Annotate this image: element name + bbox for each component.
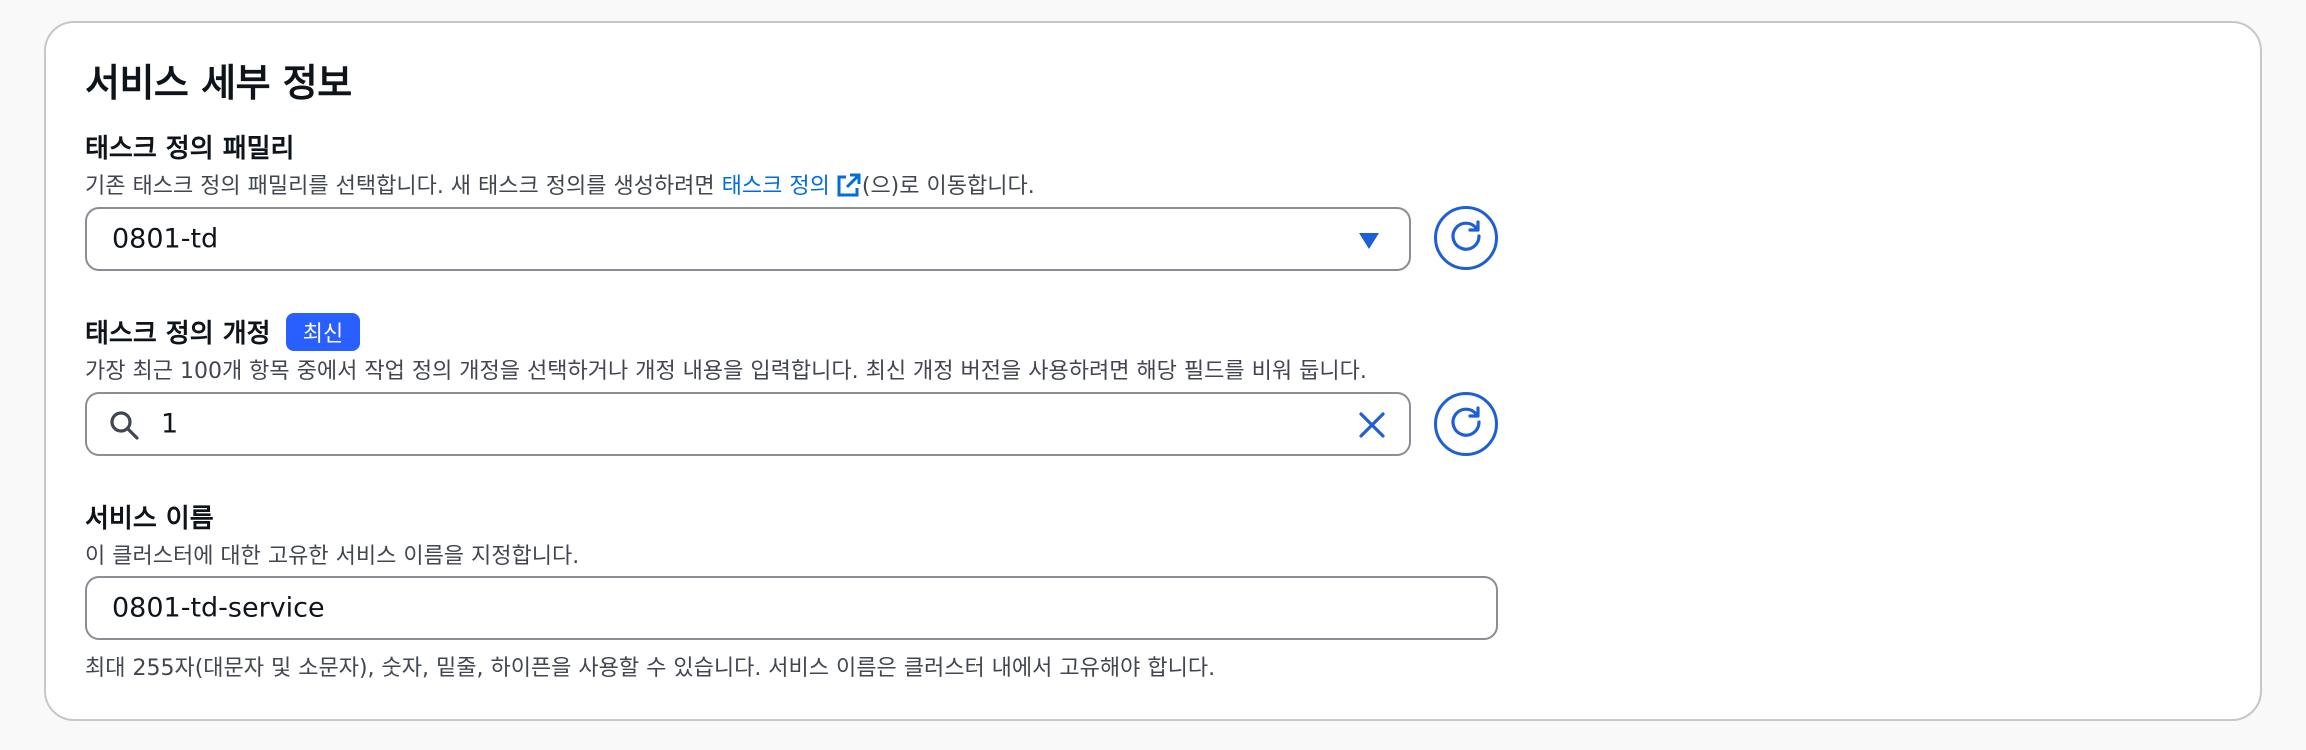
refresh-icon	[1447, 217, 1485, 259]
revision-description: 가장 최근 100개 항목 중에서 작업 정의 개정을 선택하거나 개정 내용을…	[85, 359, 1367, 384]
section-title: 서비스 세부 정보	[85, 61, 352, 105]
service-name-input[interactable]: 0801-td-service	[85, 576, 1498, 640]
family-description: 기존 태스크 정의 패밀리를 선택합니다. 새 태스크 정의를 생성하려면 태스…	[85, 168, 1035, 204]
service-name-label: 서비스 이름	[85, 504, 214, 534]
refresh-family-button[interactable]	[1434, 206, 1498, 270]
task-family-value: 0801-td	[112, 223, 219, 255]
caret-down-icon[interactable]	[1357, 229, 1381, 253]
refresh-icon	[1447, 403, 1485, 445]
revision-search-input[interactable]: 1	[85, 392, 1411, 456]
external-link-icon[interactable]	[836, 172, 862, 204]
search-icon	[109, 410, 139, 440]
task-family-select[interactable]: 0801-td	[85, 207, 1411, 271]
revision-value: 1	[161, 408, 179, 440]
task-definition-link[interactable]: 태스크 정의	[722, 174, 830, 199]
service-name-value: 0801-td-service	[112, 592, 325, 624]
refresh-revision-button[interactable]	[1434, 392, 1498, 456]
clear-icon[interactable]	[1357, 410, 1387, 440]
latest-badge: 최신	[286, 313, 360, 351]
revision-label: 태스크 정의 개정	[85, 319, 271, 349]
family-label: 태스크 정의 패밀리	[85, 134, 295, 164]
family-description-suffix: (으)로 이동합니다.	[861, 174, 1035, 199]
service-name-description: 이 클러스터에 대한 고유한 서비스 이름을 지정합니다.	[85, 544, 580, 569]
service-name-constraint: 최대 255자(대문자 및 소문자), 숫자, 밑줄, 하이픈을 사용할 수 있…	[85, 656, 1216, 681]
family-description-text: 기존 태스크 정의 패밀리를 선택합니다. 새 태스크 정의를 생성하려면	[85, 174, 722, 199]
